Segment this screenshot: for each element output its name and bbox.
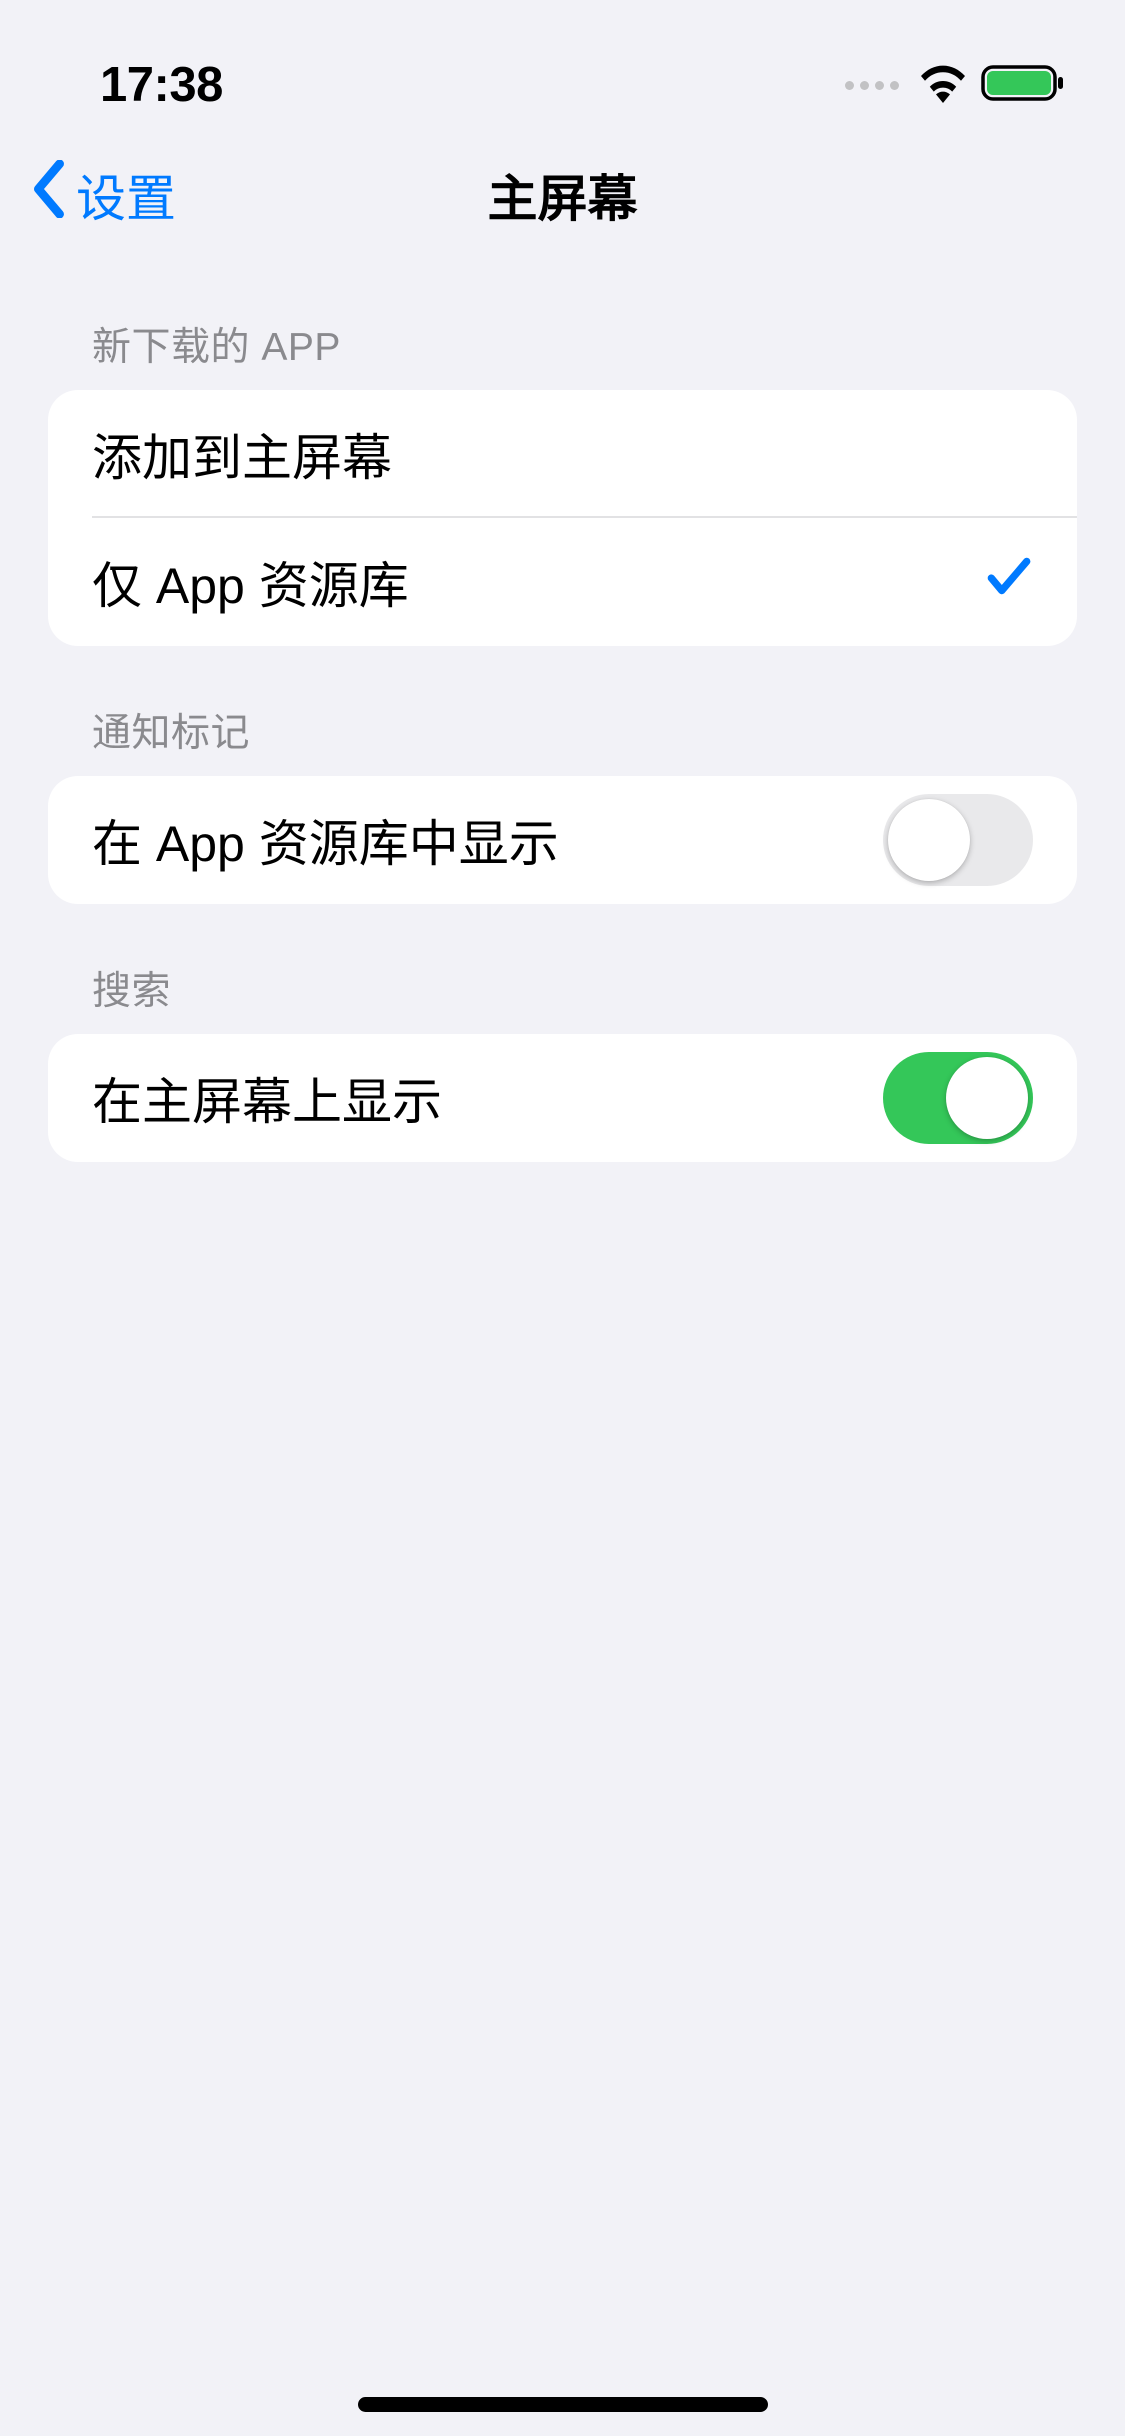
section-header-new-downloads: 新下载的 APP [48, 260, 1077, 390]
toggle-show-on-home[interactable] [883, 1052, 1033, 1144]
row-show-in-app-library: 在 App 资源库中显示 [48, 776, 1077, 904]
status-time: 17:38 [100, 57, 223, 113]
status-icons [845, 63, 1065, 108]
battery-icon [981, 63, 1065, 108]
row-show-on-home: 在主屏幕上显示 [48, 1034, 1077, 1162]
option-app-library-only[interactable]: 仅 App 资源库 [48, 518, 1077, 646]
back-label: 设置 [76, 159, 176, 231]
group-new-downloads: 添加到主屏幕 仅 App 资源库 [48, 390, 1077, 646]
wifi-icon [919, 63, 967, 108]
section-header-badges: 通知标记 [48, 646, 1077, 776]
section-header-search: 搜索 [48, 904, 1077, 1034]
checkmark-icon [983, 551, 1033, 613]
option-add-to-home[interactable]: 添加到主屏幕 [48, 390, 1077, 518]
cellular-dots-icon [845, 81, 899, 90]
group-search: 在主屏幕上显示 [48, 1034, 1077, 1162]
back-button[interactable]: 设置 [30, 159, 176, 231]
status-bar: 17:38 [0, 0, 1125, 130]
chevron-left-icon [30, 160, 66, 230]
group-badges: 在 App 资源库中显示 [48, 776, 1077, 904]
home-indicator[interactable] [358, 2397, 768, 2412]
nav-bar: 设置 主屏幕 [0, 130, 1125, 260]
row-label: 在主屏幕上显示 [92, 1062, 442, 1134]
toggle-show-in-app-library[interactable] [883, 794, 1033, 886]
option-label: 添加到主屏幕 [92, 418, 392, 490]
option-label: 仅 App 资源库 [92, 546, 409, 618]
nav-title: 主屏幕 [488, 159, 638, 231]
row-label: 在 App 资源库中显示 [92, 804, 559, 876]
